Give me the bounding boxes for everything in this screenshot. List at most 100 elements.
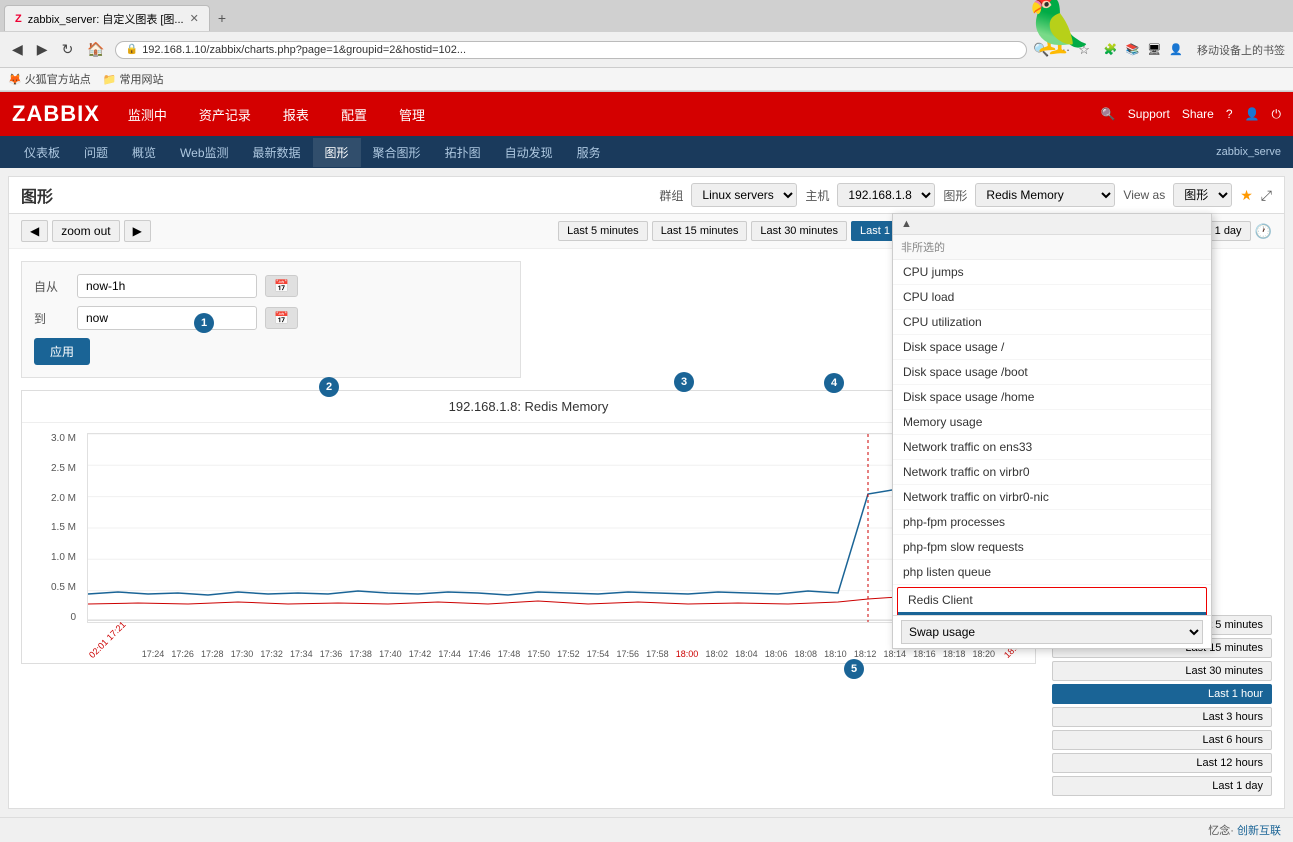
dropdown-phpfpm-slow[interactable]: php-fpm slow requests bbox=[893, 535, 1211, 560]
tp-1hour-right[interactable]: Last 1 hour bbox=[1052, 684, 1272, 704]
dropdown-footer-select[interactable]: Swap usage bbox=[901, 620, 1203, 644]
share-button[interactable]: Share bbox=[1182, 107, 1214, 121]
subnav-dashboard[interactable]: 仪表板 bbox=[12, 138, 72, 167]
x-label-1732: 17:32 bbox=[260, 649, 283, 663]
y-label-5: 0.5 M bbox=[51, 582, 76, 593]
dropdown-cpu-load[interactable]: CPU load bbox=[893, 285, 1211, 310]
forward-button[interactable]: ▶ bbox=[33, 39, 52, 60]
logout-button[interactable]: ⏻ bbox=[1272, 107, 1282, 122]
nav-action-star[interactable]: ☆ bbox=[1078, 42, 1090, 58]
ext-user[interactable]: 👤 bbox=[1169, 43, 1183, 56]
tp-1day[interactable]: Last 1 day bbox=[1052, 776, 1272, 796]
view-as-select[interactable]: 图形 bbox=[1173, 183, 1232, 207]
address-bar[interactable]: 🔒 192.168.1.10/zabbix/charts.php?page=1&… bbox=[115, 41, 1027, 59]
user-button[interactable]: 👤 bbox=[1245, 107, 1260, 121]
subnav-latest[interactable]: 最新数据 bbox=[241, 138, 313, 167]
active-tab[interactable]: Z zabbix_server: 自定义图表 [图... ✕ bbox=[4, 5, 210, 31]
group-select[interactable]: Linux servers bbox=[691, 183, 797, 207]
dropdown-cpu-util[interactable]: CPU utilization bbox=[893, 310, 1211, 335]
lock-icon: 🔒 bbox=[126, 44, 138, 55]
ext-screen[interactable]: 🖥 bbox=[1147, 43, 1161, 56]
from-input[interactable] bbox=[77, 274, 257, 298]
favorite-button[interactable]: ★ bbox=[1240, 187, 1253, 204]
period-15min[interactable]: Last 15 minutes bbox=[652, 221, 748, 241]
to-input[interactable] bbox=[77, 306, 257, 330]
nav-admin[interactable]: 管理 bbox=[391, 101, 433, 128]
dropdown-phpfpm-proc[interactable]: php-fpm processes bbox=[893, 510, 1211, 535]
dropdown-php-queue[interactable]: php listen queue bbox=[893, 560, 1211, 585]
prev-time-button[interactable]: ◀ bbox=[21, 220, 48, 242]
ext-puzzle[interactable]: 🧩 bbox=[1104, 43, 1118, 56]
nav-config[interactable]: 配置 bbox=[333, 101, 375, 128]
dropdown-disk-home[interactable]: Disk space usage /home bbox=[893, 385, 1211, 410]
graph-select[interactable]: Redis Memory bbox=[975, 183, 1115, 207]
dropdown-cpu-jumps[interactable]: CPU jumps bbox=[893, 260, 1211, 285]
apply-button[interactable]: 应用 bbox=[34, 338, 90, 365]
expand-button[interactable]: ⤢ bbox=[1261, 187, 1272, 204]
dropdown-section-header: 非所选的 bbox=[893, 235, 1211, 260]
nav-action-search[interactable]: 🔍 bbox=[1033, 42, 1049, 58]
footer-partner: 创新互联 bbox=[1237, 825, 1281, 837]
nav-reports[interactable]: 报表 bbox=[275, 101, 317, 128]
zabbix-header: ZABBIX 监测中 资产记录 报表 配置 管理 🔍 Support Share… bbox=[0, 92, 1293, 136]
chart-title: 192.168.1.8: Redis Memory bbox=[22, 391, 1035, 423]
zoom-out-button[interactable]: zoom out bbox=[52, 220, 119, 242]
dropdown-net-virbr0-nic[interactable]: Network traffic on virbr0-nic bbox=[893, 485, 1211, 510]
subnav-composite[interactable]: 聚合图形 bbox=[361, 138, 433, 167]
subnav-graphs[interactable]: 图形 bbox=[313, 138, 361, 167]
subnav-autodiscovery[interactable]: 自动发现 bbox=[493, 138, 565, 167]
bookmark-common[interactable]: 📁 常用网站 bbox=[103, 71, 164, 87]
tp-12hours[interactable]: Last 12 hours bbox=[1052, 753, 1272, 773]
next-time-button[interactable]: ▶ bbox=[124, 220, 151, 242]
period-5min[interactable]: Last 5 minutes bbox=[558, 221, 648, 241]
scroll-up-icon[interactable]: ▲ bbox=[901, 218, 912, 230]
tp-6hours[interactable]: Last 6 hours bbox=[1052, 730, 1272, 750]
home-button[interactable]: 🏠 bbox=[83, 39, 108, 60]
ext-library[interactable]: 📚 bbox=[1126, 43, 1140, 56]
tp-3hours[interactable]: Last 3 hours bbox=[1052, 707, 1272, 727]
nav-assets[interactable]: 资产记录 bbox=[191, 101, 259, 128]
refresh-button[interactable]: ↻ bbox=[58, 39, 78, 60]
x-label-1820: 18:20 bbox=[973, 649, 996, 663]
x-label-1756: 17:56 bbox=[616, 649, 639, 663]
dropdown-redis-client[interactable]: Redis Client bbox=[898, 588, 1206, 612]
tab-close-btn[interactable]: ✕ bbox=[190, 12, 199, 25]
host-select[interactable]: 192.168.1.8 bbox=[837, 183, 935, 207]
subnav-web[interactable]: Web监测 bbox=[168, 138, 240, 167]
y-label-0: 3.0 M bbox=[51, 433, 76, 444]
new-tab-button[interactable]: + bbox=[210, 6, 234, 30]
header-right: 🔍 Support Share ? 👤 ⏻ bbox=[1101, 107, 1281, 122]
dropdown-scroll[interactable]: 非所选的 CPU jumps CPU load CPU utilization … bbox=[893, 235, 1211, 615]
period-30min[interactable]: Last 30 minutes bbox=[751, 221, 847, 241]
dropdown-net-ens33[interactable]: Network traffic on ens33 bbox=[893, 435, 1211, 460]
x-label-1744: 17:44 bbox=[438, 649, 461, 663]
dropdown-net-virbr0[interactable]: Network traffic on virbr0 bbox=[893, 460, 1211, 485]
x-label-1758: 17:58 bbox=[646, 649, 669, 663]
dropdown-disk-boot[interactable]: Disk space usage /boot bbox=[893, 360, 1211, 385]
subnav-topology[interactable]: 拓扑图 bbox=[433, 138, 493, 167]
x-label-1738: 17:38 bbox=[349, 649, 372, 663]
x-label-1814: 18:14 bbox=[883, 649, 906, 663]
dropdown-disk-root[interactable]: Disk space usage / bbox=[893, 335, 1211, 360]
x-label-1724: 17:24 bbox=[142, 649, 165, 663]
search-button[interactable]: 🔍 bbox=[1101, 107, 1116, 121]
help-button[interactable]: ? bbox=[1226, 107, 1233, 121]
tp-30min[interactable]: Last 30 minutes bbox=[1052, 661, 1272, 681]
support-button[interactable]: Support bbox=[1128, 107, 1170, 121]
y-label-4: 1.0 M bbox=[51, 552, 76, 563]
nav-monitor[interactable]: 监测中 bbox=[120, 101, 175, 128]
subnav-services[interactable]: 服务 bbox=[565, 138, 613, 167]
back-button[interactable]: ◀ bbox=[8, 39, 27, 60]
left-panel: 自从 📅 到 📅 应用 192.168.1.8: Redis Memory bbox=[21, 261, 1036, 796]
dropdown-memory[interactable]: Memory usage bbox=[893, 410, 1211, 435]
subnav-problems[interactable]: 问题 bbox=[72, 138, 120, 167]
mobile-bookmark-label: 移动设备上的书签 bbox=[1197, 42, 1285, 58]
dropdown-footer[interactable]: Swap usage bbox=[893, 615, 1211, 648]
subnav-overview[interactable]: 概览 bbox=[120, 138, 168, 167]
bookmark-firefox[interactable]: 🦊 火狐官方站点 bbox=[8, 71, 91, 87]
to-cal-button[interactable]: 📅 bbox=[265, 307, 298, 329]
chart-container[interactable]: 3.0 M 2.5 M 2.0 M 1.5 M 1.0 M 0.5 M 0 bbox=[22, 423, 1035, 663]
nav-action-menu[interactable]: ··· bbox=[1057, 42, 1070, 57]
from-cal-button[interactable]: 📅 bbox=[265, 275, 298, 297]
view-as-label: View as bbox=[1123, 188, 1165, 202]
